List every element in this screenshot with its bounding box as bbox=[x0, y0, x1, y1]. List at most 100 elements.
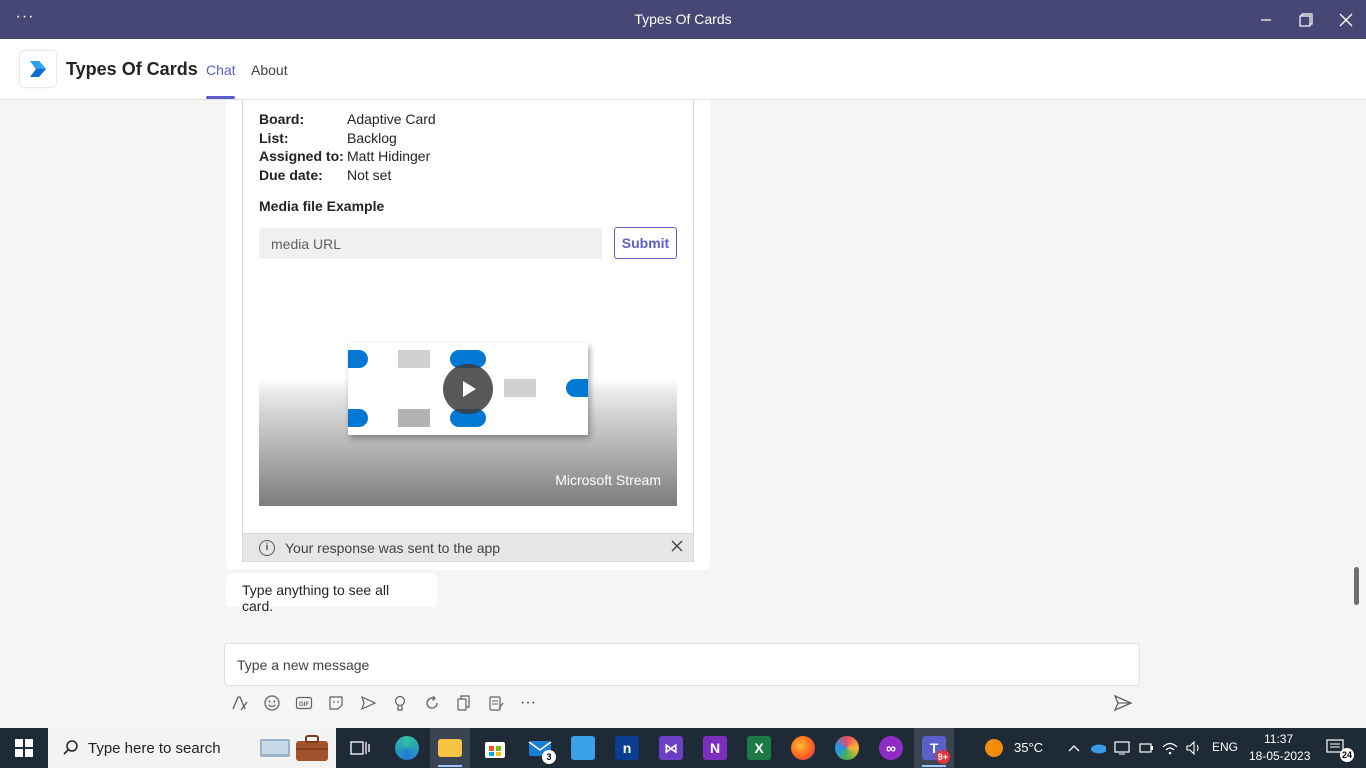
weather-temperature[interactable]: 35°C bbox=[1014, 740, 1043, 755]
video-source-label: Microsoft Stream bbox=[555, 472, 661, 488]
taskbar-firefox[interactable] bbox=[783, 728, 823, 768]
notification-center-button[interactable]: 24 bbox=[1324, 738, 1354, 762]
section-title: Media file Example bbox=[259, 198, 385, 214]
taskbar-app-infinity[interactable]: ∞ bbox=[871, 728, 911, 768]
start-button[interactable] bbox=[0, 728, 48, 768]
fact-value-list: Backlog bbox=[347, 130, 397, 146]
store-icon bbox=[485, 742, 505, 758]
play-icon bbox=[463, 381, 476, 397]
fact-value-due-date: Not set bbox=[347, 167, 392, 183]
wifi-icon[interactable] bbox=[1162, 740, 1178, 756]
windows-taskbar: Type here to search 3 n ⋈ N X ∞ T 9+ 35°… bbox=[0, 728, 1366, 768]
excel-icon: X bbox=[747, 736, 771, 760]
video-player[interactable]: Microsoft Stream bbox=[259, 275, 677, 506]
thumbnail-shape bbox=[398, 350, 430, 368]
fact-value-assigned: Matt Hidinger bbox=[347, 148, 431, 164]
approvals-icon[interactable] bbox=[486, 693, 506, 713]
fact-key-due-date: Due date: bbox=[259, 167, 323, 183]
clock-time[interactable]: 11:37 bbox=[1264, 732, 1293, 746]
taskbar-visual-studio[interactable]: ⋈ bbox=[651, 728, 691, 768]
battery-icon[interactable] bbox=[1138, 740, 1154, 756]
taskbar-onenote[interactable]: N bbox=[695, 728, 735, 768]
taskbar-nutanix[interactable]: n bbox=[607, 728, 647, 768]
message-compose-input[interactable]: Type a new message bbox=[224, 643, 1140, 686]
app-logo-icon bbox=[30, 61, 46, 77]
media-url-input[interactable]: media URL bbox=[259, 228, 602, 259]
taskbar-edge[interactable] bbox=[387, 728, 427, 768]
taskbar-teams[interactable]: T 9+ bbox=[914, 728, 954, 768]
window-title: Types Of Cards bbox=[634, 11, 732, 27]
taskbar-search-box[interactable]: Type here to search bbox=[48, 728, 336, 768]
search-icon bbox=[63, 740, 78, 755]
message-bubble-text: Type anything to see all card. bbox=[226, 573, 437, 614]
praise-icon[interactable] bbox=[390, 693, 410, 713]
app-logo bbox=[20, 51, 56, 87]
window-titlebar: ··· Types Of Cards bbox=[0, 0, 1366, 39]
send-icon[interactable] bbox=[1113, 693, 1133, 713]
chevron-up-icon[interactable] bbox=[1066, 740, 1082, 756]
firefox-icon bbox=[791, 736, 815, 760]
restore-icon bbox=[1299, 12, 1313, 27]
thumbnail-shape bbox=[348, 409, 368, 427]
device-icon[interactable] bbox=[1114, 740, 1130, 756]
thumbnail-shape bbox=[566, 379, 588, 397]
sticker-icon[interactable] bbox=[326, 693, 346, 713]
taskbar-paint[interactable] bbox=[827, 728, 867, 768]
submit-button[interactable]: Submit bbox=[614, 227, 677, 259]
search-highlight-icon bbox=[260, 735, 328, 761]
clock-date[interactable]: 18-05-2023 bbox=[1249, 749, 1310, 763]
folder-icon bbox=[438, 739, 462, 757]
thumbnail-shape bbox=[398, 409, 430, 427]
copy-icon[interactable] bbox=[454, 693, 474, 713]
tab-about[interactable]: About bbox=[251, 62, 288, 78]
task-view-button[interactable] bbox=[340, 728, 380, 768]
thumbnail-shape bbox=[348, 350, 368, 368]
fact-key-assigned: Assigned to: bbox=[259, 148, 344, 164]
minimize-icon bbox=[1261, 18, 1271, 21]
taskbar-mail[interactable]: 3 bbox=[520, 728, 560, 768]
response-notice: i Your response was sent to the app bbox=[242, 533, 694, 562]
windows-icon bbox=[15, 739, 33, 757]
app-name: Types Of Cards bbox=[66, 59, 198, 79]
emoji-icon[interactable] bbox=[262, 693, 282, 713]
paint-icon bbox=[835, 736, 859, 760]
more-icon[interactable]: ··· bbox=[518, 693, 538, 713]
close-window-button[interactable] bbox=[1326, 0, 1366, 39]
input-language[interactable]: ENG bbox=[1212, 740, 1238, 754]
tab-chat[interactable]: Chat bbox=[206, 62, 236, 78]
play-button[interactable] bbox=[443, 364, 493, 414]
thumbnail-shape bbox=[504, 379, 536, 397]
task-view-icon bbox=[350, 741, 370, 755]
loop-icon[interactable] bbox=[422, 693, 442, 713]
info-icon: i bbox=[259, 540, 275, 556]
notice-text: Your response was sent to the app bbox=[285, 540, 501, 556]
search-placeholder: Type here to search bbox=[88, 740, 221, 757]
fact-value-board: Adaptive Card bbox=[347, 111, 436, 127]
edge-icon bbox=[395, 736, 419, 760]
minimize-button[interactable] bbox=[1246, 0, 1286, 39]
chat-scrollbar[interactable] bbox=[1354, 567, 1359, 605]
n-app-icon: n bbox=[615, 736, 639, 760]
format-icon[interactable] bbox=[230, 693, 250, 713]
infinity-icon: ∞ bbox=[879, 736, 903, 760]
app-header: Types Of Cards Chat About bbox=[0, 39, 1366, 100]
taskbar-remote-desktop[interactable] bbox=[563, 728, 603, 768]
taskbar-excel[interactable]: X bbox=[739, 728, 779, 768]
gif-icon[interactable]: GIF bbox=[294, 693, 314, 713]
close-icon bbox=[671, 540, 683, 552]
onedrive-icon[interactable] bbox=[1090, 740, 1106, 756]
fact-key-board: Board: bbox=[259, 111, 305, 127]
fact-key-list: List: bbox=[259, 130, 289, 146]
visual-studio-icon: ⋈ bbox=[659, 736, 683, 760]
taskbar-store[interactable] bbox=[475, 728, 515, 768]
svg-text:GIF: GIF bbox=[299, 702, 309, 708]
active-tab-indicator bbox=[206, 96, 235, 99]
weather-icon[interactable] bbox=[984, 738, 1004, 758]
onenote-icon: N bbox=[703, 736, 727, 760]
volume-icon[interactable] bbox=[1186, 740, 1202, 756]
mail-badge: 3 bbox=[542, 750, 556, 764]
dismiss-notice-button[interactable] bbox=[669, 538, 685, 554]
meet-icon[interactable] bbox=[358, 693, 378, 713]
restore-button[interactable] bbox=[1286, 0, 1326, 39]
taskbar-file-explorer[interactable] bbox=[430, 728, 470, 768]
